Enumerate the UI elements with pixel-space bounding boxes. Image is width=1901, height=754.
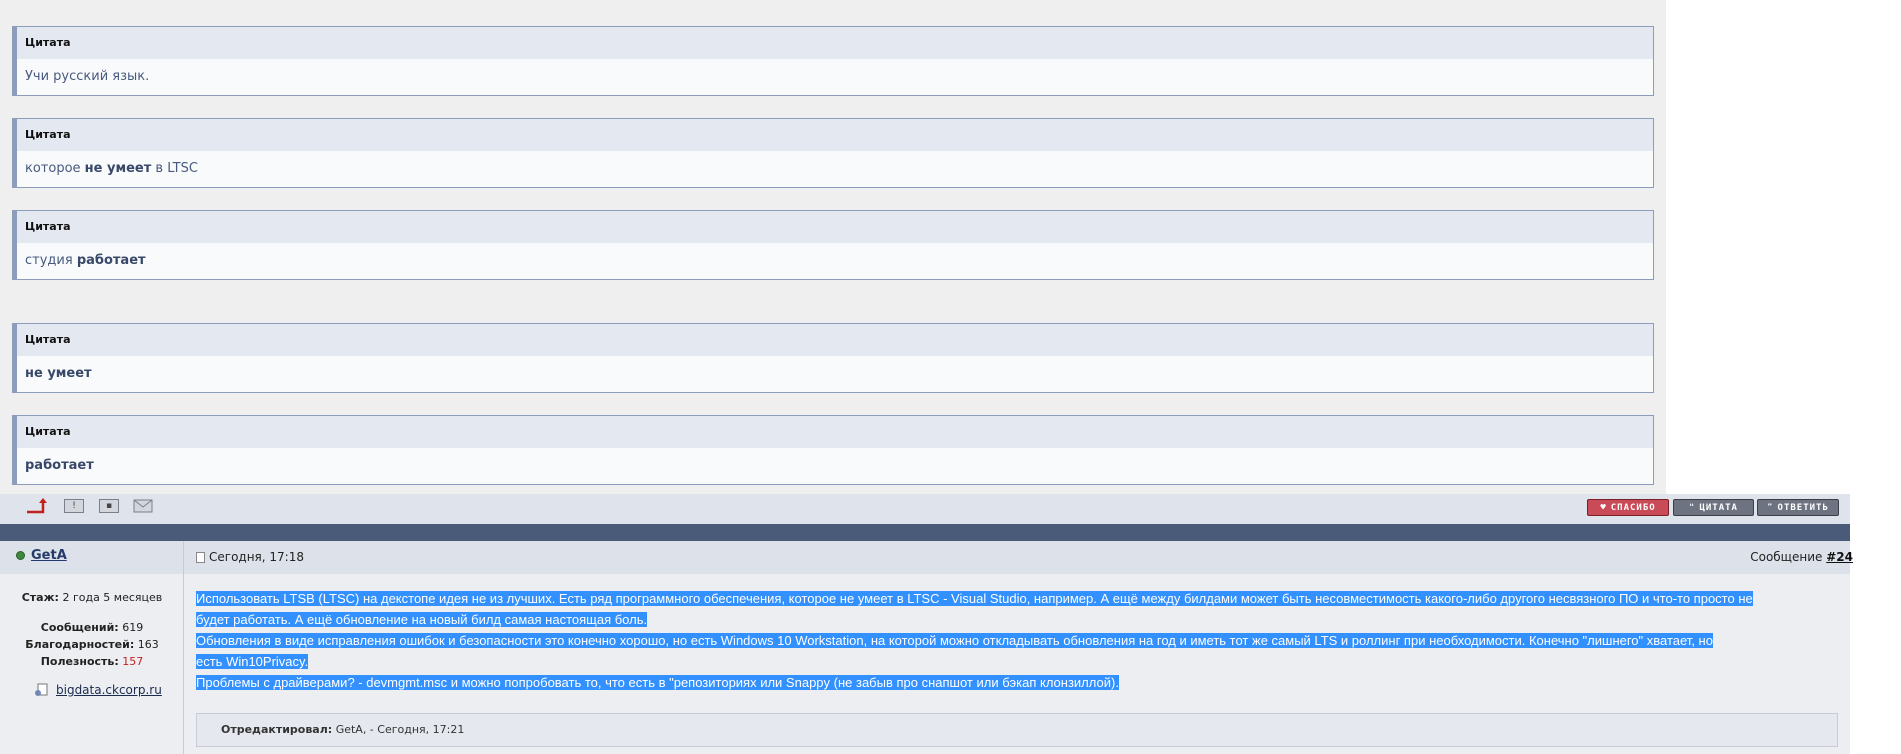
tenure-label: Стаж: — [21, 591, 59, 604]
content-line: Обновления в виде исправления ошибок и б… — [196, 633, 1713, 648]
quote-text-bold: не умеет — [84, 161, 152, 176]
quote-text-bold: работает — [76, 253, 146, 268]
thanks-count-value: 163 — [137, 638, 159, 651]
content-line: Использовать LTSB (LTSC) на декстопе иде… — [196, 591, 1753, 606]
email-button[interactable] — [132, 497, 154, 515]
usefulness-value: 157 — [122, 655, 144, 668]
post-divider — [0, 524, 1850, 541]
quote-text: Учи русский язык. — [17, 59, 1653, 95]
posts-value: 619 — [122, 621, 144, 634]
quote-title: Цитата — [17, 27, 1653, 59]
post-number-link[interactable]: #24 — [1826, 550, 1853, 564]
go-top-button[interactable] — [24, 497, 50, 515]
quote-bubble-icon: ❝ — [1689, 502, 1696, 513]
quote-title: Цитата — [17, 119, 1653, 151]
report-button[interactable]: ! — [63, 497, 85, 515]
quote-text: которое не умеет в LTSC — [17, 151, 1653, 187]
quote-block: Цитата работает — [12, 415, 1654, 485]
online-status-icon — [16, 551, 25, 560]
thanks-button[interactable]: ♥ СПАСИБО — [1587, 499, 1669, 516]
post-actions-bar: ! ▪ ♥ СПАСИБО ❝ ЦИТАТА ❞ ОТВЕТИТЬ — [0, 494, 1850, 524]
post-document-icon — [196, 551, 205, 563]
website-icon — [35, 683, 48, 696]
post-number: Сообщение #24 — [1750, 550, 1853, 564]
username-link[interactable]: GetA — [31, 548, 67, 563]
quote-text-bold: не умеет — [25, 366, 92, 381]
content-line: Проблемы с драйверами? - devmgmt.msc и м… — [196, 675, 1119, 690]
tenure-value: 2 года 5 месяцев — [62, 591, 163, 604]
reply-label: ОТВЕТИТЬ — [1777, 502, 1829, 513]
quote-title: Цитата — [17, 211, 1653, 243]
website-url: bigdata.ckcorp.ru — [56, 683, 162, 697]
heart-icon: ♥ — [1600, 502, 1607, 513]
user-thanks: Благодарностей: 163 — [0, 638, 184, 651]
edited-value: GetA, - Сегодня, 17:21 — [335, 723, 465, 736]
envelope-icon — [133, 499, 153, 513]
quote-text-bold: работает — [25, 458, 94, 473]
user-row: GetA — [16, 548, 67, 563]
post-content[interactable]: Использовать LTSB (LTSC) на декстопе иде… — [196, 588, 1838, 693]
edited-note: Отредактировал: GetA, - Сегодня, 17:21 — [196, 713, 1838, 747]
website-link[interactable]: bigdata.ckcorp.ru — [34, 683, 162, 697]
edited-label: Отредактировал: — [221, 723, 333, 736]
thanks-count-label: Благодарностей: — [25, 638, 135, 651]
message-button[interactable]: ▪ — [98, 497, 120, 515]
quote-block: Цитата Учи русский язык. — [12, 26, 1654, 96]
quote-block: Цитата студия работает — [12, 210, 1654, 280]
quote-text: студия работает — [17, 243, 1653, 279]
user-usefulness: Полезность: 157 — [0, 655, 184, 668]
quote-text: не умеет — [17, 356, 1653, 392]
post-date: Сегодня, 17:18 — [196, 550, 304, 564]
quote-text-part: в LTSC — [151, 161, 198, 176]
quote-label: ЦИТАТА — [1699, 502, 1738, 513]
post-date-text: Сегодня, 17:18 — [209, 550, 304, 564]
report-icon: ! — [64, 499, 84, 513]
message-icon: ▪ — [99, 499, 119, 513]
quote-block: Цитата не умеет — [12, 323, 1654, 393]
quote-text: работает — [17, 448, 1653, 484]
reply-button[interactable]: ❞ ОТВЕТИТЬ — [1757, 499, 1839, 516]
quote-title: Цитата — [17, 416, 1653, 448]
content-line: будет работать. А ещё обновление на новы… — [196, 612, 648, 627]
user-posts: Сообщений: 619 — [0, 621, 184, 634]
reply-bubble-icon: ❞ — [1767, 502, 1774, 513]
post-number-label: Сообщение — [1750, 550, 1823, 564]
quote-title: Цитата — [17, 324, 1653, 356]
content-line: есть Win10Privacy. — [196, 654, 309, 669]
quote-button[interactable]: ❝ ЦИТАТА — [1673, 499, 1754, 516]
quote-block: Цитата которое не умеет в LTSC — [12, 118, 1654, 188]
usefulness-label: Полезность: — [40, 655, 119, 668]
posts-label: Сообщений: — [40, 621, 119, 634]
user-tenure: Стаж: 2 года 5 месяцев — [0, 591, 184, 604]
quote-text-part: Учи русский язык. — [25, 69, 150, 84]
thanks-label: СПАСИБО — [1610, 502, 1656, 513]
arrow-up-icon — [27, 498, 47, 514]
quote-text-part: которое — [25, 161, 85, 176]
quote-text-part: студия — [25, 253, 77, 268]
